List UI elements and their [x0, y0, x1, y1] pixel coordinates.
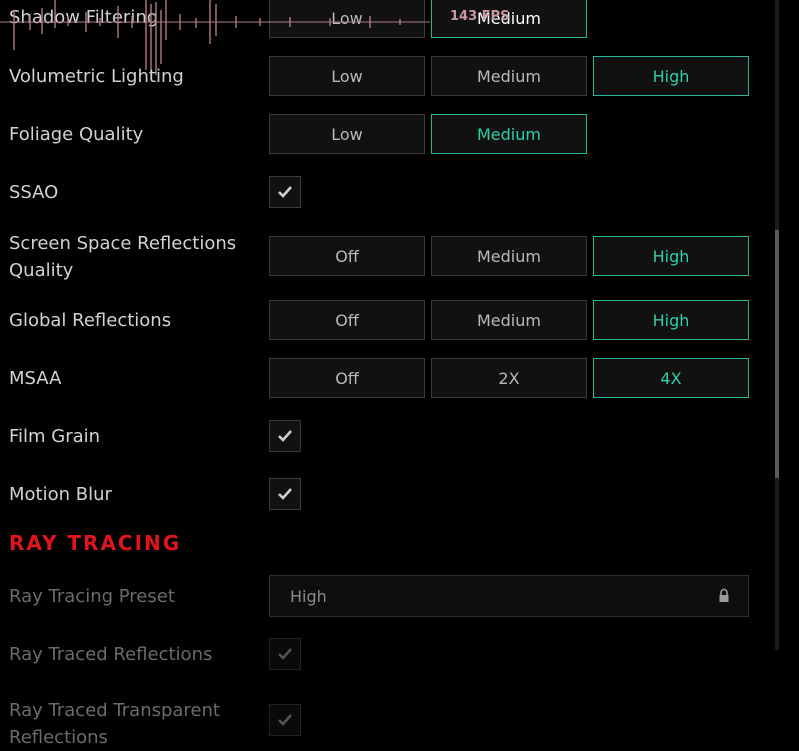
ssr-quality-medium[interactable]: Medium: [431, 236, 587, 276]
msaa-label: MSAA: [9, 368, 62, 389]
checkmark-icon: [278, 488, 292, 500]
ssao-checkbox[interactable]: [269, 176, 301, 208]
volumetric-lighting-high[interactable]: High: [593, 56, 749, 96]
volumetric-lighting-label: Volumetric Lighting: [9, 66, 184, 87]
foliage-quality-medium[interactable]: Medium: [431, 114, 587, 154]
checkmark-icon: [278, 714, 292, 726]
ssr-quality-label-line2: Quality: [9, 260, 74, 281]
checkmark-icon: [278, 186, 292, 198]
ray-traced-transparent-checkbox[interactable]: [269, 704, 301, 736]
global-reflections-high[interactable]: High: [593, 300, 749, 340]
ray-traced-transparent-label-line2: Reflections: [9, 727, 108, 748]
scrollbar-thumb[interactable]: [775, 230, 779, 478]
foliage-quality-low[interactable]: Low: [269, 114, 425, 154]
film-grain-label: Film Grain: [9, 426, 101, 447]
motion-blur-label: Motion Blur: [9, 484, 112, 505]
film-grain-checkbox[interactable]: [269, 420, 301, 452]
ray-traced-transparent-label-line1: Ray Traced Transparent: [9, 700, 220, 721]
ray-tracing-preset-dropdown[interactable]: High: [269, 575, 749, 617]
msaa-2x[interactable]: 2X: [431, 358, 587, 398]
ssao-label: SSAO: [9, 182, 59, 203]
volumetric-lighting-medium[interactable]: Medium: [431, 56, 587, 96]
foliage-quality-label: Foliage Quality: [9, 124, 144, 145]
checkmark-icon: [278, 648, 292, 660]
global-reflections-medium[interactable]: Medium: [431, 300, 587, 340]
lock-icon: [719, 588, 729, 602]
ray-traced-reflections-label: Ray Traced Reflections: [9, 644, 213, 665]
motion-blur-checkbox[interactable]: [269, 478, 301, 510]
global-reflections-off[interactable]: Off: [269, 300, 425, 340]
ray-tracing-preset-label: Ray Tracing Preset: [9, 586, 175, 607]
ssr-quality-label-line1: Screen Space Reflections: [9, 233, 237, 254]
volumetric-lighting-low[interactable]: Low: [269, 56, 425, 96]
fps-counter: 143 FPS: [450, 9, 510, 24]
msaa-4x[interactable]: 4X: [593, 358, 749, 398]
msaa-off[interactable]: Off: [269, 358, 425, 398]
global-reflections-label: Global Reflections: [9, 310, 172, 331]
ssr-quality-off[interactable]: Off: [269, 236, 425, 276]
ray-tracing-section-title: RAY TRACING: [9, 531, 182, 555]
ray-traced-reflections-checkbox[interactable]: [269, 638, 301, 670]
ssr-quality-high[interactable]: High: [593, 236, 749, 276]
ray-tracing-preset-value: High: [290, 586, 327, 606]
checkmark-icon: [278, 430, 292, 442]
